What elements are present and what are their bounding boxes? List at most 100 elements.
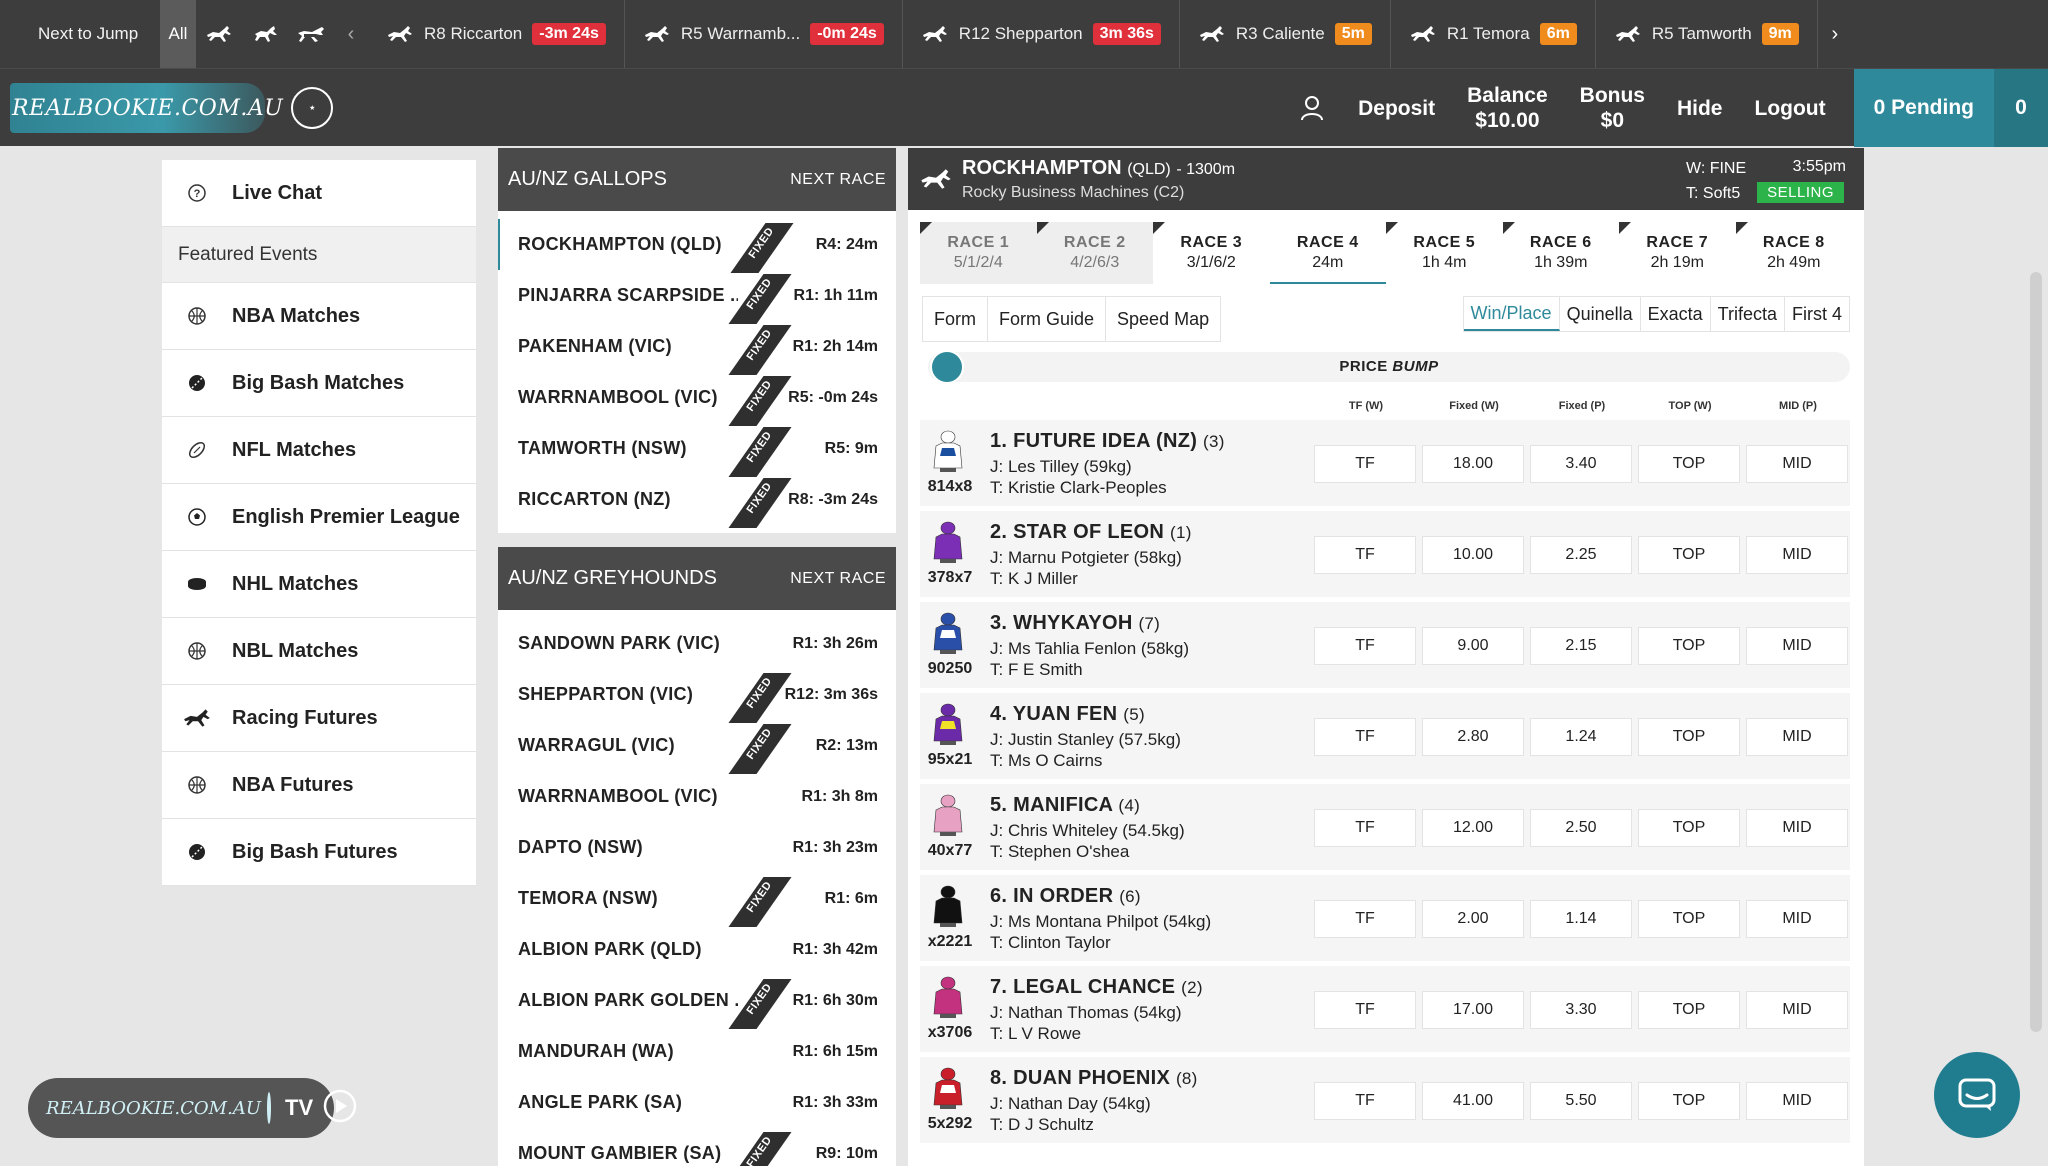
- play-icon[interactable]: [323, 1089, 357, 1128]
- race-meeting-row[interactable]: WARRAGUL (VIC) FIXED R2: 13m: [498, 720, 896, 774]
- sidebar-item[interactable]: NFL Matches: [162, 417, 476, 484]
- race-tab[interactable]: RACE 4 24m: [1269, 222, 1386, 284]
- filter-all-button[interactable]: All: [160, 0, 196, 68]
- chat-launcher-button[interactable]: [1934, 1052, 2020, 1138]
- ntj-prev-chevron-icon[interactable]: ‹: [334, 23, 368, 46]
- race-meeting-row[interactable]: DAPTO (NSW) R1: 3h 23m: [498, 822, 896, 873]
- race-tab[interactable]: RACE 1 5/1/2/4: [920, 222, 1037, 284]
- runner-name[interactable]: 3. WHYKAYOH (7): [990, 612, 1160, 635]
- race-meeting-row[interactable]: MOUNT GAMBIER (SA) FIXED R9: 10m: [498, 1128, 896, 1166]
- bonus-display[interactable]: Bonus $0: [1564, 83, 1661, 133]
- page-scrollbar[interactable]: [2030, 272, 2042, 1032]
- race-meeting-row[interactable]: TEMORA (NSW) FIXED R1: 6m: [498, 873, 896, 927]
- race-tab[interactable]: RACE 7 2h 19m: [1619, 222, 1736, 284]
- top-tote-win-button[interactable]: TOP: [1638, 991, 1740, 1029]
- site-logo[interactable]: REALBOOKIE.COM.AU ★: [10, 83, 334, 133]
- hide-button[interactable]: Hide: [1661, 96, 1739, 121]
- top-tote-win-button[interactable]: TOP: [1638, 536, 1740, 574]
- race-tab[interactable]: RACE 3 3/1/6/2: [1153, 222, 1270, 284]
- runner-name[interactable]: 6. IN ORDER (6): [990, 885, 1141, 908]
- sidebar-item[interactable]: NBL Matches: [162, 618, 476, 685]
- race-tab[interactable]: RACE 2 4/2/6/3: [1036, 222, 1153, 284]
- tote-fluctuation-button[interactable]: TF: [1314, 627, 1416, 665]
- race-meeting-row[interactable]: WARRNAMBOOL (VIC) FIXED R5: -0m 24s: [498, 372, 896, 426]
- balance-display[interactable]: Balance $10.00: [1451, 83, 1564, 133]
- mid-tote-place-button[interactable]: MID: [1746, 809, 1848, 847]
- runner-name[interactable]: 7. LEGAL CHANCE (2): [990, 976, 1203, 999]
- mid-tote-place-button[interactable]: MID: [1746, 1082, 1848, 1120]
- tote-fluctuation-button[interactable]: TF: [1314, 718, 1416, 756]
- fixed-place-odds-button[interactable]: 3.40: [1530, 445, 1632, 483]
- tote-fluctuation-button[interactable]: TF: [1314, 809, 1416, 847]
- ntj-race-item[interactable]: R5 Tamworth 9m: [1596, 0, 1818, 68]
- fixed-win-odds-button[interactable]: 10.00: [1422, 536, 1524, 574]
- bet-type-subtab[interactable]: Exacta: [1641, 297, 1711, 331]
- fixed-place-odds-button[interactable]: 1.14: [1530, 900, 1632, 938]
- fixed-place-odds-button[interactable]: 5.50: [1530, 1082, 1632, 1120]
- fixed-win-odds-button[interactable]: 12.00: [1422, 809, 1524, 847]
- fixed-win-odds-button[interactable]: 2.80: [1422, 718, 1524, 756]
- sidebar-item[interactable]: Big Bash Matches: [162, 350, 476, 417]
- filter-harness-horse-icon[interactable]: [242, 0, 288, 68]
- form-subtab[interactable]: Form Guide: [988, 297, 1107, 341]
- bet-type-subtab[interactable]: First 4: [1785, 297, 1849, 331]
- fixed-place-odds-button[interactable]: 3.30: [1530, 991, 1632, 1029]
- race-meeting-row[interactable]: MANDURAH (WA) R1: 6h 15m: [498, 1026, 896, 1077]
- live-chat-link[interactable]: ? Live Chat: [162, 160, 476, 227]
- top-tote-win-button[interactable]: TOP: [1638, 445, 1740, 483]
- betslip-count[interactable]: 0: [1994, 69, 2048, 147]
- runner-name[interactable]: 4. YUAN FEN (5): [990, 703, 1145, 726]
- mid-tote-place-button[interactable]: MID: [1746, 900, 1848, 938]
- tote-fluctuation-button[interactable]: TF: [1314, 1082, 1416, 1120]
- top-tote-win-button[interactable]: TOP: [1638, 1082, 1740, 1120]
- ntj-race-item[interactable]: R3 Caliente 5m: [1180, 0, 1391, 68]
- race-meeting-row[interactable]: ANGLE PARK (SA) R1: 3h 33m: [498, 1077, 896, 1128]
- bet-type-subtab[interactable]: Trifecta: [1711, 297, 1785, 331]
- runner-name[interactable]: 8. DUAN PHOENIX (8): [990, 1067, 1198, 1090]
- logout-button[interactable]: Logout: [1739, 96, 1842, 121]
- ntj-race-item[interactable]: R12 Shepparton 3m 36s: [903, 0, 1180, 68]
- tote-fluctuation-button[interactable]: TF: [1314, 445, 1416, 483]
- race-meeting-row[interactable]: RICCARTON (NZ) FIXED R8: -3m 24s: [498, 474, 896, 528]
- race-meeting-row[interactable]: PAKENHAM (VIC) FIXED R1: 2h 14m: [498, 321, 896, 375]
- user-account-icon[interactable]: [1282, 95, 1342, 121]
- race-meeting-row[interactable]: WARRNAMBOOL (VIC) R1: 3h 8m: [498, 771, 896, 822]
- race-meeting-row[interactable]: ALBION PARK (QLD) R1: 3h 42m: [498, 924, 896, 975]
- tote-fluctuation-button[interactable]: TF: [1314, 991, 1416, 1029]
- race-meeting-row[interactable]: ALBION PARK GOLDEN ... FIXED R1: 6h 30m: [498, 975, 896, 1029]
- tote-fluctuation-button[interactable]: TF: [1314, 536, 1416, 574]
- fixed-win-odds-button[interactable]: 17.00: [1422, 991, 1524, 1029]
- race-tab[interactable]: RACE 6 1h 39m: [1502, 222, 1620, 284]
- mid-tote-place-button[interactable]: MID: [1746, 445, 1848, 483]
- top-tote-win-button[interactable]: TOP: [1638, 900, 1740, 938]
- top-tote-win-button[interactable]: TOP: [1638, 809, 1740, 847]
- mid-tote-place-button[interactable]: MID: [1746, 991, 1848, 1029]
- fixed-win-odds-button[interactable]: 2.00: [1422, 900, 1524, 938]
- pending-bets-button[interactable]: 0 Pending: [1853, 69, 1994, 147]
- race-tab[interactable]: RACE 5 1h 4m: [1386, 222, 1503, 284]
- ntj-race-item[interactable]: R8 Riccarton -3m 24s: [368, 0, 625, 68]
- mid-tote-place-button[interactable]: MID: [1746, 627, 1848, 665]
- race-meeting-row[interactable]: SHEPPARTON (VIC) FIXED R12: 3m 36s: [498, 669, 896, 723]
- price-bump-toggle[interactable]: PRICE BUMP: [928, 350, 1850, 384]
- top-tote-win-button[interactable]: TOP: [1638, 627, 1740, 665]
- runner-name[interactable]: 2. STAR OF LEON (1): [990, 521, 1192, 544]
- sidebar-item[interactable]: NHL Matches: [162, 551, 476, 618]
- ntj-race-item[interactable]: R5 Warrnamb... -0m 24s: [625, 0, 903, 68]
- fixed-win-odds-button[interactable]: 18.00: [1422, 445, 1524, 483]
- race-meeting-row[interactable]: ROCKHAMPTON (QLD) FIXED R4: 24m: [498, 219, 896, 273]
- runner-name[interactable]: 1. FUTURE IDEA (NZ) (3): [990, 430, 1225, 453]
- ntj-race-item[interactable]: R1 Temora 6m: [1391, 0, 1596, 68]
- ntj-next-chevron-icon[interactable]: ›: [1818, 23, 1852, 46]
- sidebar-item[interactable]: Big Bash Futures: [162, 819, 476, 886]
- mid-tote-place-button[interactable]: MID: [1746, 718, 1848, 756]
- form-subtab[interactable]: Form: [923, 297, 988, 341]
- race-meeting-row[interactable]: TAMWORTH (NSW) FIXED R5: 9m: [498, 423, 896, 477]
- tv-widget[interactable]: REALBOOKIE.COM.AU TV: [28, 1078, 357, 1138]
- bet-type-subtab[interactable]: Quinella: [1560, 297, 1641, 331]
- race-meeting-row[interactable]: PINJARRA SCARPSIDE ... FIXED R1: 1h 11m: [498, 270, 896, 324]
- race-meeting-row[interactable]: SANDOWN PARK (VIC) R1: 3h 26m: [498, 618, 896, 669]
- sidebar-item[interactable]: English Premier League: [162, 484, 476, 551]
- form-subtab[interactable]: Speed Map: [1106, 297, 1220, 341]
- sidebar-item[interactable]: NBA Matches: [162, 283, 476, 350]
